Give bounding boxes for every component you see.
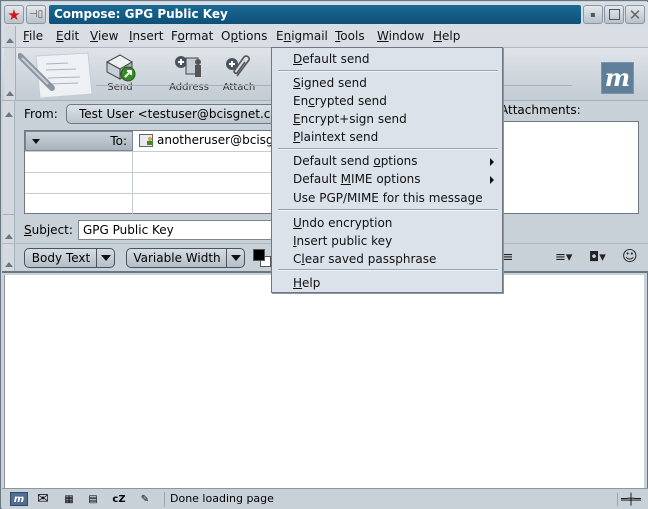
subject-grip[interactable]: [3, 214, 15, 243]
enigmail-menu: Default send Signed send Encrypted send …: [271, 47, 503, 293]
composer-icon[interactable]: cZ: [110, 492, 128, 506]
title-bar: ★ ⊣▯ Compose: GPG Public Key ▪ ✕: [2, 2, 648, 26]
menu-bar: File Edit View Insert Format Options Eni…: [2, 26, 648, 48]
send-icon: [95, 52, 145, 82]
submenu-arrow-icon: [490, 158, 494, 166]
close-button[interactable]: ✕: [625, 5, 645, 24]
menu-separator: [278, 269, 498, 271]
recipient-row: To: anotheruser@bcisgnet.co.uk: [25, 131, 275, 152]
recipient-field[interactable]: anotheruser@bcisgnet.co.uk: [135, 131, 275, 151]
menu-window[interactable]: Window: [377, 29, 424, 43]
compose-window: ★ ⊣▯ Compose: GPG Public Key ▪ ✕ File Ed…: [0, 0, 648, 509]
attach-button[interactable]: Attach: [214, 52, 264, 93]
star-icon: ★: [7, 5, 21, 24]
calendar-icon[interactable]: ▦: [60, 492, 78, 506]
smiley-icon[interactable]: ☺: [622, 247, 638, 265]
from-label: From:: [24, 107, 58, 121]
minimize-icon: ▪: [590, 10, 596, 19]
recipient-type-select[interactable]: To:: [25, 131, 133, 151]
message-body-editor[interactable]: [4, 275, 644, 488]
align-icon[interactable]: ≡▾: [555, 250, 572, 265]
mail-icon[interactable]: ✉: [34, 491, 52, 507]
attachments-label: Attachments:: [500, 103, 581, 117]
menu-item-insert-public-key[interactable]: Insert public key: [293, 234, 392, 248]
maximize-icon: [608, 9, 620, 20]
paragraph-style-select[interactable]: Body Text: [24, 248, 115, 268]
close-icon: ✕: [628, 5, 642, 24]
send-button[interactable]: Send: [95, 52, 145, 93]
menu-item-clear-passphrase[interactable]: Clear saved passphrase: [293, 252, 436, 266]
menu-view[interactable]: View: [90, 29, 118, 43]
menu-enigmail[interactable]: Enigmail: [276, 29, 328, 43]
maximize-button[interactable]: [604, 5, 624, 24]
dropdown-arrow-icon: [32, 139, 40, 144]
menu-item-encrypted-send[interactable]: Encrypted send: [293, 94, 387, 108]
attachments-list[interactable]: [502, 121, 639, 214]
menu-item-default-send-options[interactable]: Default send options: [293, 154, 418, 168]
minimize-button[interactable]: ▪: [583, 5, 603, 24]
window-menu-button[interactable]: ★: [4, 5, 24, 24]
menu-separator: [278, 209, 498, 211]
window-title: Compose: GPG Public Key: [49, 5, 581, 24]
address-book-icon: [164, 52, 214, 82]
submenu-arrow-icon: [490, 176, 494, 184]
recipient-row-empty[interactable]: [25, 194, 275, 215]
from-identity-select[interactable]: Test User <testuser@bcisgnet.co.uk>: [66, 104, 276, 124]
insert-image-icon[interactable]: ◘▾: [589, 250, 606, 265]
menu-options[interactable]: Options: [221, 29, 267, 43]
address-button[interactable]: Address: [164, 52, 214, 93]
menu-item-default-mime-options[interactable]: Default MIME options: [293, 172, 421, 186]
recipient-row-empty[interactable]: [25, 173, 275, 194]
menu-help[interactable]: Help: [433, 29, 460, 43]
mozilla-logo: m: [601, 62, 634, 94]
menu-insert[interactable]: Insert: [129, 29, 163, 43]
menu-item-default-send[interactable]: Default send: [293, 52, 370, 66]
menu-item-use-pgp-mime[interactable]: Use PGP/MIME for this message: [293, 191, 483, 205]
menu-item-encrypt-sign-send[interactable]: Encrypt+sign send: [293, 112, 407, 126]
pin-icon: ⊣▯: [28, 9, 44, 20]
menu-separator: [278, 70, 498, 72]
font-select[interactable]: Variable Width: [126, 248, 245, 268]
chevron-down-icon: [96, 249, 114, 267]
format-toolbar-grip[interactable]: [3, 244, 15, 271]
text-color-picker[interactable]: [253, 249, 271, 267]
menu-format[interactable]: Format: [171, 29, 213, 43]
status-bar: m ✉ ▦ ▤ cZ ✎ Done loading page ═╪═: [2, 488, 648, 509]
paperclip-icon: [214, 52, 264, 82]
menu-item-plaintext-send[interactable]: Plaintext send: [293, 130, 378, 144]
navigator-icon[interactable]: m: [10, 492, 28, 506]
status-text: Done loading page: [164, 492, 274, 507]
menu-separator: [278, 148, 498, 150]
menu-file[interactable]: File: [23, 29, 43, 43]
subject-label: Subject:: [24, 223, 73, 237]
menubar-grip[interactable]: [4, 26, 16, 47]
recipient-row-empty[interactable]: [25, 152, 275, 173]
menu-item-help[interactable]: Help: [293, 276, 320, 290]
pin-button[interactable]: ⊣▯: [26, 5, 46, 24]
compose-pen-graphic: [17, 50, 98, 100]
recipients-list: To: anotheruser@bcisgnet.co.uk: [24, 130, 276, 214]
address-book-icon[interactable]: ▤: [84, 492, 102, 506]
edit-icon[interactable]: ✎: [136, 492, 154, 506]
menu-tools[interactable]: Tools: [335, 29, 365, 43]
menu-item-undo-encryption[interactable]: Undo encryption: [293, 216, 392, 230]
menu-edit[interactable]: Edit: [56, 29, 79, 43]
subject-input[interactable]: GPG Public Key: [78, 220, 278, 240]
contact-card-icon: [139, 134, 153, 147]
online-status-icon[interactable]: ═╪═: [617, 493, 641, 506]
menu-item-signed-send[interactable]: Signed send: [293, 76, 367, 90]
chevron-down-icon: [226, 249, 244, 267]
toolbar-grip[interactable]: [4, 48, 16, 100]
